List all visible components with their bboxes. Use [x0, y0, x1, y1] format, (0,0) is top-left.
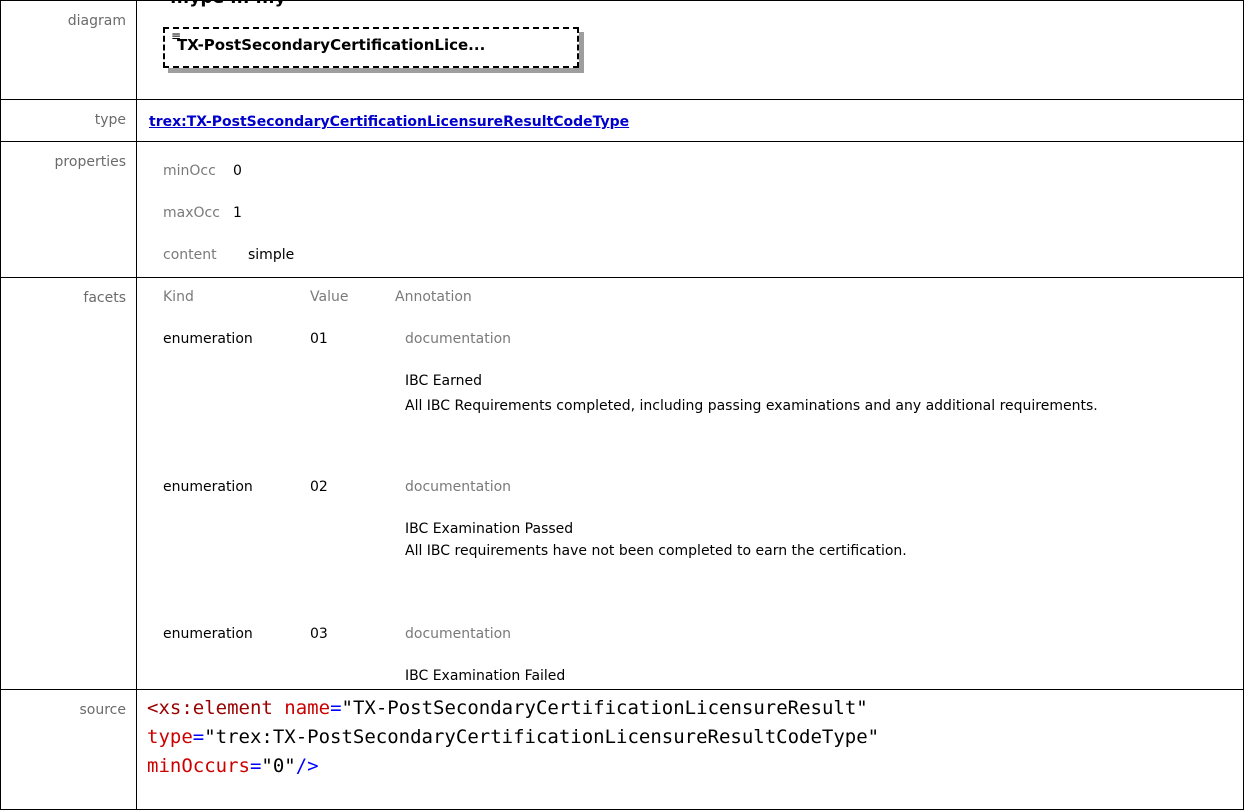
facet-kind: enumeration [163, 479, 253, 495]
properties-label: properties [0, 141, 137, 278]
facet-doc-label: documentation [405, 626, 512, 642]
facets-header-kind: Kind [163, 289, 194, 305]
prop-key-content: content [163, 247, 217, 263]
xml-attr-name-value: "TX-PostSecondaryCertificationLicensureR… [341, 697, 868, 719]
facet-value: 01 [310, 331, 328, 347]
prop-val-minocc: 0 [233, 163, 242, 179]
facets-header-value: Value [310, 289, 349, 305]
prop-key-maxocc: maxOcc [163, 205, 220, 221]
facet-value: 02 [310, 479, 328, 495]
source-label: source [0, 689, 137, 810]
source-code-line-2: type="trex:TX-PostSecondaryCertification… [147, 726, 880, 748]
source-code-line-3: minOccurs="0"/> [147, 755, 319, 777]
facets-header-annotation: Annotation [395, 289, 472, 305]
xml-attr-type-value: "trex:TX-PostSecondaryCertificationLicen… [204, 726, 880, 748]
source-code-line-1: <xs:element name="TX-PostSecondaryCertif… [147, 697, 868, 719]
facet-doc-text: All IBC Requirements completed, includin… [405, 398, 1098, 414]
facets-label: facets [0, 277, 137, 690]
xml-tag-close: /> [295, 755, 319, 777]
diagram-element-name: TX-PostSecondaryCertificationLice... [177, 36, 486, 54]
facet-doc-title: IBC Examination Failed [405, 668, 566, 684]
prop-key-minocc: minOcc [163, 163, 216, 179]
type-cell: trex:TX-PostSecondaryCertificationLicens… [136, 99, 1244, 142]
facet-doc-title: IBC Examination Passed [405, 521, 574, 537]
facet-kind: enumeration [163, 331, 253, 347]
facet-doc-text: All IBC requirements have not been compl… [405, 543, 907, 559]
facet-doc-title: IBC Earned [405, 373, 483, 389]
type-link[interactable]: trex:TX-PostSecondaryCertificationLicens… [149, 114, 629, 130]
facet-doc-label: documentation [405, 479, 512, 495]
type-label: type [0, 99, 137, 142]
facet-value: 03 [310, 626, 328, 642]
prop-val-maxocc: 1 [233, 205, 242, 221]
xml-attr-minoccurs-value: "0" [261, 755, 296, 777]
xml-tag: <xs:element [147, 697, 273, 719]
facet-doc-label: documentation [405, 331, 512, 347]
xml-attr-type: type [147, 726, 193, 748]
facet-kind: enumeration [163, 626, 253, 642]
xml-attr-minoccurs: minOccurs [147, 755, 250, 777]
diagram-label: diagram [0, 0, 137, 100]
xml-attr-name: name [284, 697, 331, 719]
diagram-element-box[interactable]: ≡ TX-PostSecondaryCertificationLice... [163, 27, 579, 68]
facets-cell [136, 277, 1244, 690]
prop-val-content: simple [248, 247, 295, 263]
properties-cell [136, 141, 1244, 278]
